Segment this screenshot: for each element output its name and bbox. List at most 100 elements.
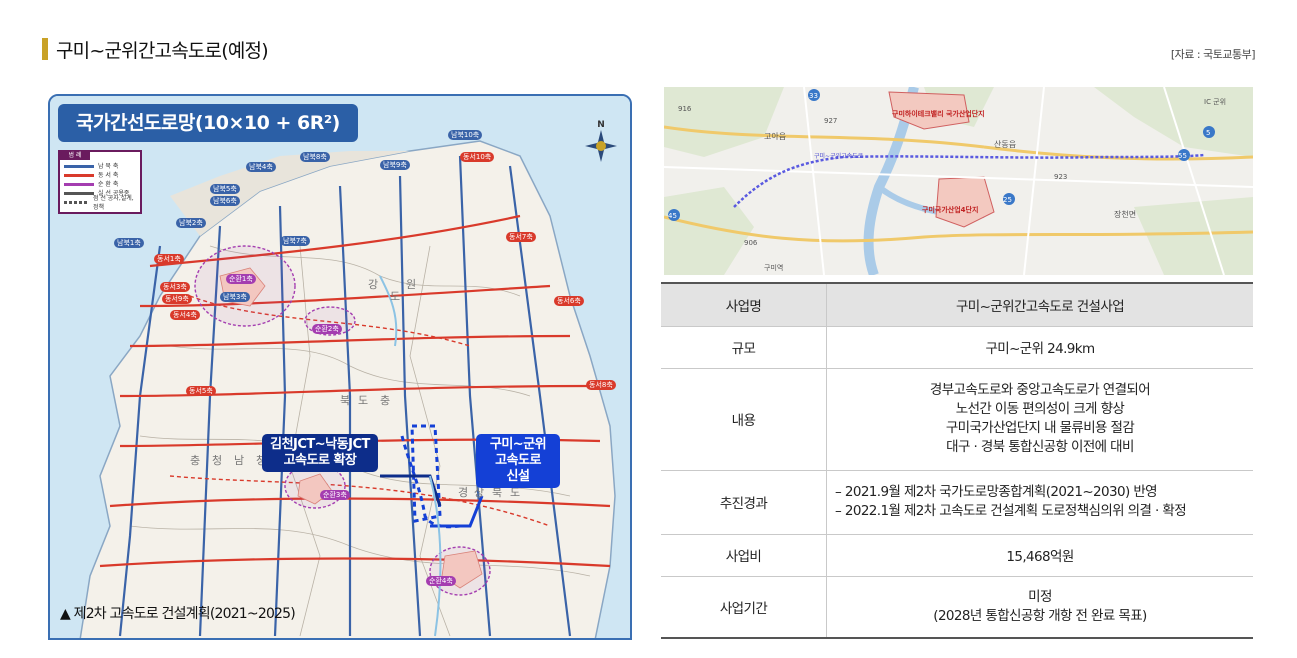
row-value: – 2021.9월 제2차 국가도로망종합계획(2021~2030) 반영 – … — [826, 470, 1253, 535]
route-label: 순환2축 — [312, 324, 342, 334]
row-value: 구미~군위 24.9km — [826, 326, 1253, 369]
callout-line: 구미~군위 — [489, 437, 547, 452]
legend-swatch — [64, 174, 94, 177]
route-label: 동서10축 — [460, 152, 495, 162]
route-label: 동서9축 — [162, 294, 192, 304]
callout-line: 신설 — [506, 469, 530, 484]
route-label: 남북9축 — [380, 160, 410, 170]
region-label: 충 — [190, 454, 201, 467]
table-row: 사업명 구미~군위간고속도로 건설사업 — [661, 282, 1253, 327]
route-label: 남북6축 — [210, 196, 240, 206]
legend-label: 순 환 축 — [98, 181, 119, 188]
project-info-table: 사업명 구미~군위간고속도로 건설사업 규모 구미~군위 24.9km 내용 경… — [661, 282, 1253, 639]
callout-line: 고속도로 — [495, 453, 541, 468]
legend-swatch — [64, 165, 94, 168]
route-label: 동서7축 — [506, 232, 536, 242]
value-line: 경부고속도로와 중앙고속도로가 연결되어 — [929, 382, 1151, 398]
route-label: 남북2축 — [176, 218, 206, 228]
gumi-gunwi-route-map: 916 33 927 923 906 55 45 25 5 구미하이테크밸리 국… — [664, 87, 1253, 275]
compass-north-label: N — [597, 120, 605, 130]
route-label: 구미~군위고속도로 — [814, 153, 864, 160]
road-number: 33 — [809, 92, 818, 100]
legend-item: 점 선 공사,설계,정책 — [64, 195, 136, 211]
table-row: 추진경과 – 2021.9월 제2차 국가도로망종합계획(2021~2030) … — [661, 470, 1253, 535]
industrial-complex-label: 구미국가산업4단지 — [922, 206, 979, 214]
legend-heading: 범 례 — [60, 152, 90, 160]
road-number: 55 — [1178, 152, 1187, 160]
station-label: 구미역 — [764, 264, 784, 272]
table-row: 사업비 15,468억원 — [661, 534, 1253, 577]
legend-label: 남 북 축 — [98, 163, 119, 170]
table-row: 사업기간 미정 (2028년 통합신공항 개항 전 완료 목표) — [661, 576, 1253, 639]
route-label: 순환1축 — [226, 274, 256, 284]
row-key: 내용 — [661, 368, 827, 471]
route-label: 남북1축 — [114, 238, 144, 248]
value-line: – 2021.9월 제2차 국가도로망종합계획(2021~2030) 반영 — [835, 484, 1158, 500]
legend-item: 동 서 축 — [64, 171, 136, 180]
town-label: 장천면 — [1114, 210, 1137, 219]
town-label: 고아읍 — [764, 132, 787, 141]
industrial-complex-label: 구미하이테크밸리 국가산업단지 — [892, 110, 985, 118]
title-accent-bar — [42, 38, 48, 60]
region-label: 청 — [212, 454, 223, 467]
region-label: 충 — [380, 394, 391, 407]
row-key: 사업비 — [661, 534, 827, 577]
map-title: 국가간선도로망(10×10 + 6R²) — [58, 104, 358, 142]
row-key: 사업기간 — [661, 576, 827, 639]
row-value: 미정 (2028년 통합신공항 개항 전 완료 목표) — [826, 576, 1253, 639]
gumi-gunwi-callout: 구미~군위 고속도로 신설 — [476, 434, 560, 488]
row-value: 15,468억원 — [826, 534, 1253, 577]
national-road-network-map: 국가간선도로망(10×10 + 6R²) 범 례 남 북 축 동 서 축 순 환… — [48, 94, 632, 640]
region-label: 도 — [390, 290, 401, 303]
route-label: 동서6축 — [554, 296, 584, 306]
value-line: 미정 — [1028, 588, 1052, 605]
road-number: 906 — [744, 239, 758, 247]
row-value: 구미~군위간고속도로 건설사업 — [826, 282, 1253, 327]
region-label: 북 — [340, 394, 351, 407]
map-legend: 범 례 남 북 축 동 서 축 순 환 축 실 선 공용중 점 선 공사,설계,… — [58, 150, 142, 214]
region-label: 경 — [458, 486, 469, 499]
callout-line: 고속도로 확장 — [283, 453, 357, 468]
town-label: 산동읍 — [994, 140, 1017, 149]
value-line: 노선간 이동 편의성이 크게 향상 — [955, 401, 1125, 417]
row-key: 사업명 — [661, 282, 827, 327]
page-title: 구미~군위간고속도로(예정) — [56, 40, 269, 62]
route-label: 남북3축 — [220, 292, 250, 302]
legend-item: 남 북 축 — [64, 162, 136, 171]
legend-swatch — [64, 183, 94, 186]
region-label: 강 — [368, 278, 379, 291]
route-label: 동서8축 — [586, 380, 616, 390]
value-line: 구미국가산업단지 내 물류비용 절감 — [945, 420, 1135, 436]
row-key: 추진경과 — [661, 470, 827, 535]
value-line: 대구 · 경북 통합신공항 이전에 대비 — [946, 439, 1134, 455]
route-label: 동서5축 — [186, 386, 216, 396]
legend-swatch — [64, 192, 94, 195]
route-label: 남북8축 — [300, 152, 330, 162]
legend-label: 동 서 축 — [98, 172, 119, 179]
road-number: 25 — [1003, 196, 1012, 204]
route-label: 동서3축 — [160, 282, 190, 292]
route-label: 남북10축 — [448, 130, 483, 140]
gimcheon-nakdong-callout: 김천JCT~낙동JCT 고속도로 확장 — [262, 434, 378, 472]
route-label: 순환3축 — [320, 490, 350, 500]
legend-swatch — [64, 201, 89, 204]
compass-icon: N — [580, 118, 622, 166]
callout-line: 김천JCT~낙동JCT — [270, 437, 370, 452]
route-label: 남북4축 — [246, 162, 276, 172]
value-line: – 2022.1월 제2차 고속도로 건설계획 도로정책심의위 의결 · 확정 — [835, 503, 1187, 519]
road-number: 45 — [668, 212, 677, 220]
road-number: 927 — [824, 117, 838, 125]
table-row: 내용 경부고속도로와 중앙고속도로가 연결되어 노선간 이동 편의성이 크게 향… — [661, 368, 1253, 471]
region-label: 원 — [406, 278, 417, 291]
source-note: [자료 : 국토교통부] — [1170, 48, 1256, 61]
route-label: 동서4축 — [170, 310, 200, 320]
row-value: 경부고속도로와 중앙고속도로가 연결되어 노선간 이동 편의성이 크게 향상 구… — [826, 368, 1253, 471]
route-label: 순환4축 — [426, 576, 456, 586]
road-number: 923 — [1054, 173, 1068, 181]
region-label: 도 — [358, 394, 369, 407]
ic-label: IC 군위 — [1204, 98, 1227, 106]
route-label: 남북7축 — [280, 236, 310, 246]
route-label: 동서1축 — [154, 254, 184, 264]
road-number: 916 — [678, 105, 692, 113]
map-caption: ▲ 제2차 고속도로 건설계획(2021~2025) — [60, 606, 296, 622]
